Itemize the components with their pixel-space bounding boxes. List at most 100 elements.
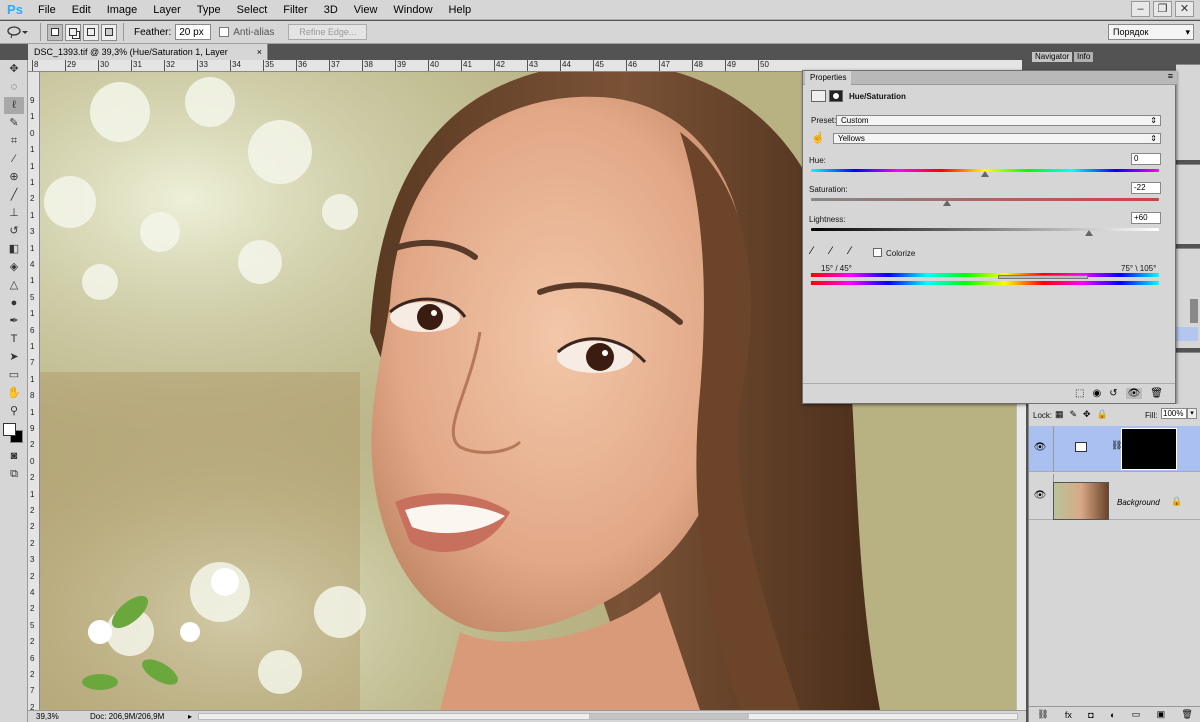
clip-to-layer-icon[interactable]: ⬚ — [1075, 388, 1084, 399]
delete-icon[interactable]: 🗑 — [1150, 388, 1163, 399]
menu-window[interactable]: Window — [385, 0, 440, 20]
lightness-slider-thumb[interactable] — [1085, 230, 1094, 236]
eyedropper-plus-icon[interactable]: ⁄ — [830, 245, 832, 257]
eyedropper-tool[interactable]: ⁄ — [4, 151, 24, 168]
menu-edit[interactable]: Edit — [64, 0, 99, 20]
ruler-tick — [428, 60, 429, 71]
add-mask-icon[interactable]: ◘ — [1088, 710, 1093, 720]
saturation-input[interactable]: -22 — [1131, 182, 1161, 194]
layer-row-hue-saturation[interactable]: 👁 ⛓ — [1029, 426, 1200, 472]
ruler-label: 2 — [30, 571, 35, 581]
bucket-tool[interactable]: ◈ — [4, 259, 24, 276]
eye-icon[interactable]: 👁 — [1033, 489, 1047, 503]
menu-image[interactable]: Image — [99, 0, 146, 20]
tab-info[interactable]: Info — [1074, 52, 1094, 62]
add-selection-button[interactable] — [65, 23, 81, 41]
minimize-button[interactable]: – — [1131, 1, 1150, 17]
close-window-button[interactable]: ✕ — [1175, 1, 1194, 17]
crop-tool[interactable]: ⌗ — [4, 133, 24, 150]
saturation-slider[interactable] — [811, 198, 1159, 201]
pen-tool[interactable]: ✒ — [4, 313, 24, 330]
blur-tool[interactable]: △ — [4, 277, 24, 294]
history-brush-tool[interactable]: ↺ — [4, 223, 24, 240]
color-swatches[interactable] — [0, 421, 28, 447]
quick-mask-button[interactable]: ◙ — [4, 448, 24, 465]
menu-select[interactable]: Select — [229, 0, 276, 20]
new-group-icon[interactable]: ▭ — [1132, 709, 1141, 720]
properties-tab[interactable]: Properties — [805, 71, 852, 85]
lightness-slider[interactable] — [811, 228, 1159, 231]
feather-input[interactable] — [175, 24, 212, 40]
fill-dropdown[interactable]: ▾ — [1187, 408, 1197, 419]
link-layers-icon[interactable]: ⛓ — [1037, 709, 1048, 720]
horizontal-scrollbar[interactable] — [198, 713, 1018, 720]
visibility-icon[interactable]: 👁 — [1125, 388, 1143, 399]
type-tool[interactable]: T — [4, 331, 24, 348]
target-adjustment-icon[interactable]: ☝ — [811, 131, 825, 144]
hue-slider-thumb[interactable] — [981, 171, 989, 177]
menu-help[interactable]: Help — [441, 0, 480, 20]
layer-row-background[interactable]: 👁 Background 🔒 — [1029, 474, 1200, 520]
mask-icon[interactable] — [829, 90, 843, 102]
eye-icon[interactable]: 👁 — [1033, 441, 1047, 455]
healing-tool[interactable]: ⊕ — [4, 169, 24, 186]
document-tab[interactable]: DSC_1393.tif @ 39,3% (Hue/Saturation 1, … — [28, 44, 268, 73]
new-layer-icon[interactable]: ▣ — [1157, 709, 1166, 720]
menu-view[interactable]: View — [346, 0, 386, 20]
menu-3d[interactable]: 3D — [316, 0, 346, 20]
dodge-tool[interactable]: ● — [4, 295, 24, 312]
panel-menu-icon[interactable]: ≡ — [1168, 71, 1173, 81]
fx-icon[interactable]: fx — [1065, 710, 1072, 720]
menu-type[interactable]: Type — [189, 0, 229, 20]
zoom-tool[interactable]: ⚲ — [4, 403, 24, 420]
stamp-tool[interactable]: ⊥ — [4, 205, 24, 222]
color-range-selector[interactable] — [998, 275, 1088, 279]
preset-select[interactable]: Custom ⇕ — [836, 115, 1161, 126]
foreground-color[interactable] — [3, 423, 16, 436]
screen-mode-button[interactable]: ⧉ — [4, 466, 24, 483]
saturation-slider-thumb[interactable] — [942, 200, 951, 206]
new-selection-button[interactable] — [47, 23, 63, 41]
eyedropper-minus-icon[interactable]: ⁄ — [849, 245, 851, 257]
view-previous-icon[interactable]: ◉ — [1092, 388, 1101, 399]
delete-layer-icon[interactable]: 🗑 — [1181, 709, 1192, 720]
hand-tool[interactable]: ✋ — [4, 385, 24, 402]
fill-input[interactable]: 100% — [1161, 408, 1187, 419]
panel-scroll[interactable] — [1190, 299, 1198, 323]
hscroll-thumb[interactable] — [589, 714, 749, 719]
subtract-selection-button[interactable] — [83, 23, 99, 41]
marquee-tool[interactable]: ◌ — [4, 79, 24, 96]
zoom-level[interactable]: 39,3% — [36, 711, 59, 722]
ruler-label: 5 — [30, 620, 35, 630]
menu-file[interactable]: File — [30, 0, 64, 20]
antialias-checkbox[interactable] — [219, 27, 230, 37]
lasso-tool-preset[interactable] — [6, 22, 34, 42]
tab-navigator[interactable]: Navigator — [1032, 52, 1073, 62]
eyedropper-icon: ⁄ — [13, 153, 15, 165]
new-adjustment-icon[interactable]: ◐ — [1110, 710, 1115, 720]
lock-icons[interactable]: ▦✎✥🔒 — [1055, 409, 1114, 420]
hue-input[interactable]: 0 — [1131, 153, 1161, 165]
intersect-selection-button[interactable] — [101, 23, 117, 41]
close-tab-icon[interactable]: × — [257, 44, 262, 60]
move-tool[interactable]: ✥ — [4, 61, 24, 78]
shape-tool[interactable]: ▭ — [4, 367, 24, 384]
reset-icon[interactable]: ↺ — [1109, 388, 1117, 399]
channel-select[interactable]: Yellows ⇕ — [833, 133, 1161, 144]
colorize-checkbox[interactable] — [873, 248, 882, 257]
menu-filter[interactable]: Filter — [275, 0, 315, 20]
workspace-select[interactable]: Порядок ▾ — [1108, 24, 1194, 40]
lasso-tool[interactable]: ℓ — [4, 97, 24, 114]
status-arrow-icon[interactable]: ▸ — [188, 711, 192, 722]
ruler-tick — [164, 60, 165, 71]
eyedropper-icon[interactable]: ⁄ — [811, 245, 813, 257]
quick-select-tool[interactable]: ✎ — [4, 115, 24, 132]
eraser-tool[interactable]: ◧ — [4, 241, 24, 258]
layer-mask-thumbnail[interactable] — [1121, 428, 1177, 470]
restore-button[interactable]: ❐ — [1153, 1, 1172, 17]
menu-layer[interactable]: Layer — [145, 0, 189, 20]
path-select-tool[interactable]: ➤ — [4, 349, 24, 366]
lightness-input[interactable]: +60 — [1131, 212, 1161, 224]
refine-edge-button[interactable]: Refine Edge... — [288, 24, 368, 40]
brush-tool[interactable]: ╱ — [4, 187, 24, 204]
